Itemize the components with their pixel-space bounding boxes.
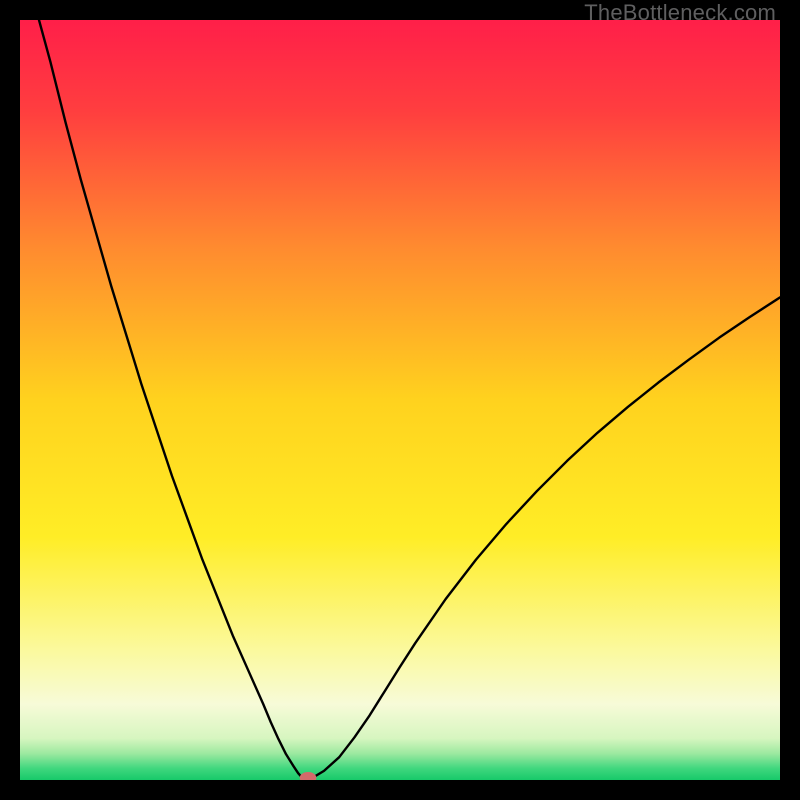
chart-frame bbox=[20, 20, 780, 780]
bottleneck-chart bbox=[20, 20, 780, 780]
